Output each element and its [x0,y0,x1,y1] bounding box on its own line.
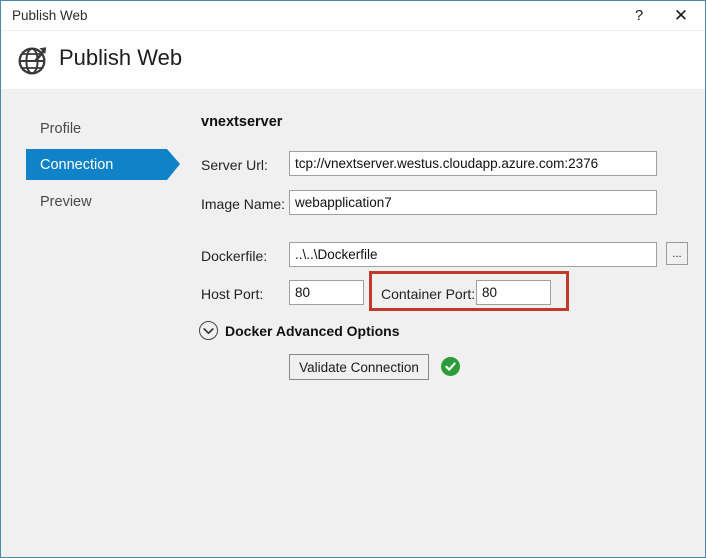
sidebar-item-label: Profile [40,120,82,137]
question-mark-icon: ? [634,7,644,24]
host-port-input[interactable] [289,280,364,305]
header-title: Publish Web [59,45,183,70]
sidebar-item-profile[interactable]: Profile [26,113,81,144]
validate-connection-button[interactable]: Validate Connection [289,354,429,380]
dockerfile-input[interactable] [289,242,657,267]
title-bar: Publish Web ? ✕ [1,1,705,31]
profile-name-heading: vnextserver [201,114,283,130]
green-check-circle-icon [441,357,460,376]
help-button[interactable]: ? [619,1,659,30]
docker-advanced-options-toggle[interactable]: Docker Advanced Options [199,321,400,340]
dockerfile-label: Dockerfile: [201,248,268,264]
image-name-input[interactable] [289,190,657,215]
container-port-input[interactable] [476,280,551,305]
content-area: Profile Connection Preview vnextserver S… [1,89,705,557]
close-button[interactable]: ✕ [661,1,701,30]
sidebar-item-label: Preview [40,193,92,210]
image-name-label: Image Name: [201,196,286,212]
container-port-label: Container Port: [381,286,476,302]
sidebar-nav: Profile Connection Preview [1,89,191,557]
server-url-input[interactable] [289,151,657,176]
publish-web-dialog: Publish Web ? ✕ Publish Web Profile Conn… [0,0,706,558]
window-title: Publish Web [12,8,88,23]
globe-publish-icon [17,43,51,77]
sidebar-item-connection[interactable]: Connection [26,149,167,180]
sidebar-selected-arrow-icon [167,149,180,180]
connection-form: vnextserver Server Url: Image Name: Dock… [191,89,705,557]
chevron-down-icon[interactable] [199,321,218,340]
sidebar-item-preview[interactable]: Preview [26,186,92,217]
server-url-label: Server Url: [201,157,268,173]
browse-dockerfile-button[interactable]: ... [666,242,688,265]
host-port-label: Host Port: [201,286,264,302]
dialog-header: Publish Web [1,32,705,89]
close-x-icon: ✕ [673,5,689,25]
sidebar-item-label: Connection [40,156,114,173]
docker-advanced-options-label: Docker Advanced Options [225,322,400,339]
